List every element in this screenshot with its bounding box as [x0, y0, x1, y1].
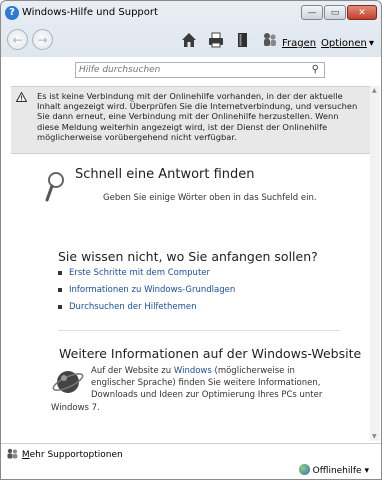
scroll-down-icon[interactable]: ▼	[372, 433, 377, 440]
footer-divider	[1, 443, 381, 444]
minimize-button[interactable]: —	[301, 5, 323, 20]
home-icon[interactable]	[180, 31, 198, 49]
more-info-text: Auf der Website zu Windows (möglicherwei…	[51, 365, 331, 414]
window-controls: — ▭ ✕	[300, 5, 377, 20]
link-windows-basics[interactable]: Informationen zu Windows-Grundlagen	[58, 284, 235, 301]
magnifier-icon	[45, 171, 65, 203]
more-support-link[interactable]: Mehr Supportoptionen	[6, 448, 123, 460]
close-button[interactable]: ✕	[347, 5, 377, 20]
toolbar: ← → Fragen Optionen ▾	[1, 28, 381, 54]
search-input[interactable]	[76, 63, 289, 76]
search-icon[interactable]: ⚲	[312, 64, 319, 75]
warning-text: Es ist keine Verbindung mit der Onlinehi…	[37, 91, 358, 142]
link-browse-topics[interactable]: Durchsuchen der Hilfethemen	[58, 301, 235, 318]
help-app-icon: ?	[5, 6, 19, 20]
scroll-up-icon[interactable]: ▲	[372, 87, 377, 94]
browse-help-icon[interactable]	[234, 31, 252, 49]
back-button[interactable]: ←	[7, 29, 28, 50]
more-info-text-before: Auf der Website zu	[91, 366, 174, 376]
more-support-accesskey: M	[21, 450, 30, 460]
options-dropdown-icon[interactable]: ▾	[369, 38, 374, 49]
start-section-title: Sie wissen nicht, wo Sie anfangen sollen…	[58, 249, 318, 264]
title-bar[interactable]: ? Windows-Hilfe und Support — ▭ ✕	[1, 1, 381, 27]
vertical-scrollbar[interactable]: ▲ ▼	[370, 86, 380, 441]
maximize-button[interactable]: ▭	[324, 5, 346, 20]
support-people-icon	[6, 448, 22, 460]
globe-icon	[51, 365, 91, 401]
more-support-label: ehr Supportoptionen	[29, 450, 123, 460]
ask-link[interactable]: Fragen	[282, 38, 316, 49]
window-title: Windows-Hilfe und Support	[22, 7, 158, 18]
offline-help-label: Offlinehilfe	[312, 466, 362, 476]
start-links: Erste Schritte mit dem Computer Informat…	[58, 267, 235, 318]
offline-help-dropdown-icon[interactable]: ▾	[364, 466, 369, 476]
ask-icon[interactable]	[261, 31, 279, 49]
offline-help-menu[interactable]: Offlinehilfe ▾	[298, 464, 369, 476]
quick-answer-title: Schnell eine Antwort finden	[75, 167, 255, 182]
print-icon[interactable]	[207, 31, 225, 49]
online-status-icon	[298, 464, 310, 475]
more-info-title: Weitere Informationen auf der Windows-We…	[59, 346, 362, 361]
forward-button[interactable]: →	[32, 29, 53, 50]
warning-icon	[15, 91, 28, 105]
search-box[interactable]: ⚲	[75, 62, 325, 78]
help-window: ? Windows-Hilfe und Support — ▭ ✕ ← → Fr…	[0, 0, 382, 480]
link-getting-started[interactable]: Erste Schritte mit dem Computer	[58, 267, 235, 284]
section-divider	[58, 330, 340, 331]
options-menu[interactable]: Optionen	[321, 38, 367, 49]
windows-website-link[interactable]: Windows	[174, 366, 212, 376]
quick-answer-description: Geben Sie einige Wörter oben in das Such…	[103, 193, 317, 203]
connection-warning: Es ist keine Verbindung mit der Onlinehi…	[11, 86, 371, 154]
